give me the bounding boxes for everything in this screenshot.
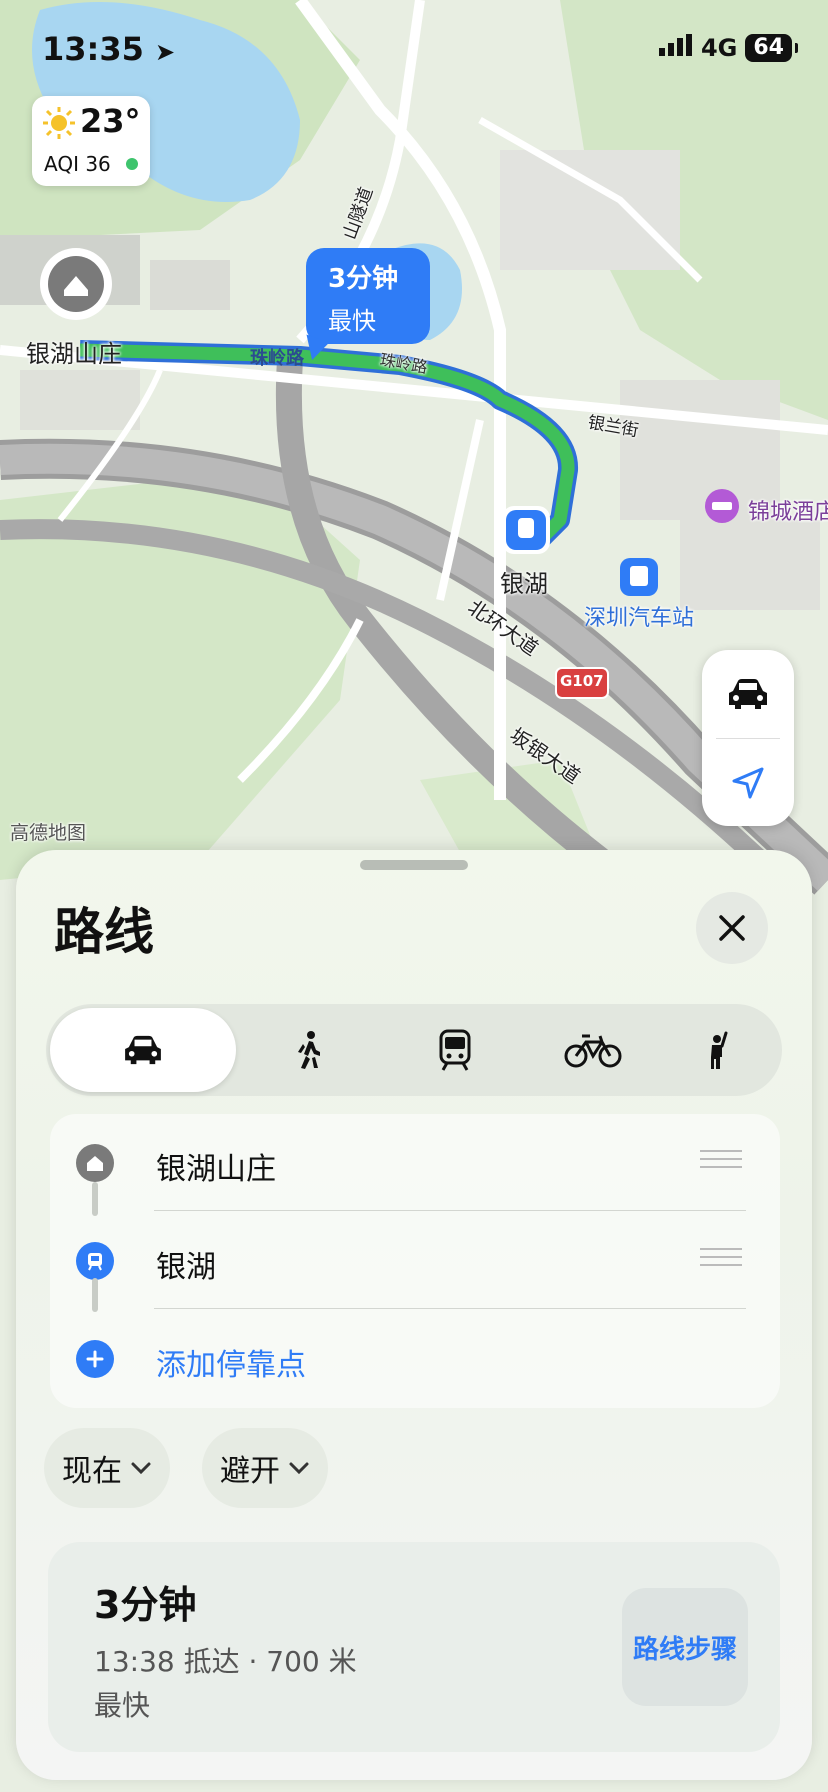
route-callout-time: 3分钟 [328,264,399,294]
stop-divider [154,1210,746,1211]
location-arrow-icon [732,767,764,798]
route-sheet: 路线 银湖山庄 银湖 添加停靠点 现在 避开 3分钟 13:38 抵达 · 70… [16,850,812,1780]
plus-icon [76,1340,114,1378]
route-callout-tag: 最快 [328,307,376,335]
network-type: 4G [700,34,738,62]
depart-time-button[interactable]: 现在 [44,1428,170,1508]
sheet-grabber[interactable] [360,860,468,870]
close-icon [719,915,745,941]
weather-aqi: AQI 36 [44,152,111,176]
hailing-person-icon [711,1031,728,1069]
stop-connector [92,1182,98,1216]
map-label-zhuling: 珠岭路 [250,348,304,369]
status-right: 4G 64 [658,34,798,62]
bicycle-icon [564,1034,622,1068]
stop-origin[interactable]: 银湖山庄 [50,1114,780,1212]
map-mode-button[interactable] [702,650,794,738]
mode-transit[interactable] [388,1008,522,1092]
route-arrival-distance: 13:38 抵达 · 700 米 [94,1645,357,1678]
sun-icon [43,107,75,139]
mode-drive[interactable] [50,1008,236,1092]
weather-widget[interactable]: 23° AQI 36 [32,96,150,186]
route-duration: 3分钟 [94,1583,197,1627]
car-icon [125,1035,161,1065]
stop-origin-label: 银湖山庄 [156,1152,276,1187]
route-steps-button[interactable]: 路线步骤 [622,1588,748,1706]
drag-handle-icon[interactable] [700,1150,742,1172]
map-label-bus-station[interactable]: 深圳汽车站 [584,600,694,632]
map-label-hotel[interactable]: 锦城酒店 [748,494,828,526]
map-controls [702,650,794,826]
add-stop-label: 添加停靠点 [156,1348,306,1383]
stop-divider [154,1308,746,1309]
route-stops: 银湖山庄 银湖 添加停靠点 [50,1114,780,1408]
route-result-card[interactable]: 3分钟 13:38 抵达 · 700 米 最快 路线步骤 [48,1542,780,1752]
route-callout[interactable]: 3分钟 最快 [306,248,430,344]
location-arrow-icon: ➤ [155,38,176,66]
avoid-label: 避开 [220,1454,280,1489]
drag-handle-icon[interactable] [700,1248,742,1270]
home-icon [76,1144,114,1182]
mode-ride-hail[interactable] [660,1008,778,1092]
train-icon [439,1029,471,1071]
mode-cycle[interactable] [526,1008,660,1092]
map-label-origin[interactable]: 银湖山庄 [26,334,122,369]
add-stop-button[interactable]: 添加停靠点 [50,1310,780,1408]
sheet-title: 路线 [54,903,154,961]
walking-icon [298,1031,320,1069]
mode-walk[interactable] [242,1008,376,1092]
status-time-text: 13:35 [42,30,144,68]
stop-destination[interactable]: 银湖 [50,1212,780,1310]
map-label-g107: G107 [560,672,604,690]
depart-time-label: 现在 [62,1454,122,1489]
car-icon [729,679,767,709]
chevron-down-icon [131,1462,151,1475]
chevron-down-icon [289,1462,309,1475]
stop-destination-label: 银湖 [156,1250,216,1285]
locate-button[interactable] [702,739,794,826]
train-station-icon [76,1242,114,1280]
signal-icon [658,34,693,62]
battery-icon: 64 [745,34,798,62]
weather-temp: 23° [80,102,141,140]
transport-mode-selector [46,1004,782,1096]
status-time: 13:35 ➤ [42,30,175,68]
close-button[interactable] [696,892,768,964]
stop-connector [92,1278,98,1312]
aqi-status-dot [126,158,138,170]
avoid-options-button[interactable]: 避开 [202,1428,328,1508]
route-tag: 最快 [94,1689,151,1722]
map-attribution: 高德地图 [10,822,87,844]
map-label-station[interactable]: 银湖 [500,564,548,599]
